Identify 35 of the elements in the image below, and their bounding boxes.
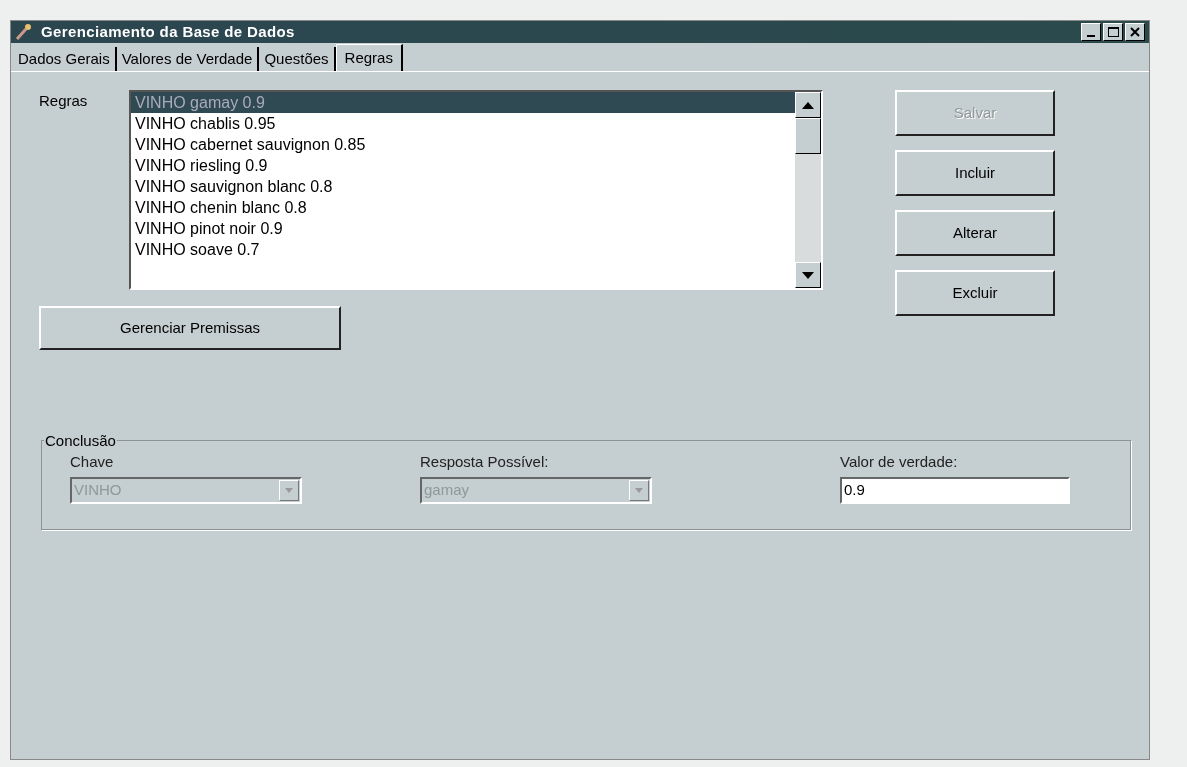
scroll-up-button[interactable] <box>795 92 821 118</box>
list-item[interactable]: VINHO chablis 0.95 <box>131 113 795 134</box>
down-triangle-icon <box>802 271 814 279</box>
scrollbar[interactable] <box>795 92 821 288</box>
action-button[interactable]: Alterar <box>895 210 1055 256</box>
minimize-button[interactable] <box>1081 23 1101 41</box>
wand-icon <box>15 23 33 41</box>
tab[interactable]: Dados Gerais <box>13 47 117 71</box>
list-item[interactable]: VINHO soave 0.7 <box>131 239 795 260</box>
scroll-down-button[interactable] <box>795 262 821 288</box>
window-title: Gerenciamento da Base de Dados <box>41 21 295 42</box>
list-item[interactable]: VINHO pinot noir 0.9 <box>131 218 795 239</box>
close-icon <box>1130 27 1140 37</box>
manage-premises-button[interactable]: Gerenciar Premissas <box>39 306 341 351</box>
caret-icon <box>285 487 293 493</box>
list-item[interactable]: VINHO cabernet sauvignon 0.85 <box>131 134 795 155</box>
close-button[interactable] <box>1125 23 1145 41</box>
action-button[interactable]: Incluir <box>895 150 1055 196</box>
list-item[interactable]: VINHO sauvignon blanc 0.8 <box>131 176 795 197</box>
tab[interactable]: Valores de Verdade <box>116 47 260 71</box>
up-triangle-icon <box>802 101 814 109</box>
tab[interactable]: Regras <box>335 44 403 72</box>
input-field[interactable]: 0.9 <box>840 476 1070 504</box>
field-label: Chave <box>70 452 115 473</box>
list-item[interactable]: VINHO chenin blanc 0.8 <box>131 197 795 218</box>
field-label: Resposta Possível: <box>420 452 550 473</box>
caret-icon <box>635 487 643 493</box>
list-item[interactable]: VINHO gamay 0.9 <box>131 92 795 113</box>
rules-list[interactable]: VINHO gamay 0.9 VINHO chablis 0.95 VINHO cabernet sauvignon 0.85 VINHO riesling 0.9 VINHO sauvignon blanc 0.8 VINHO chenin blanc 0.8 VINHO pinot noir 0.9 VINHO soave 0.7 <box>129 90 823 290</box>
list-item[interactable]: VINHO riesling 0.9 <box>131 155 795 176</box>
rules-label: Regras <box>39 91 89 111</box>
maximize-button[interactable] <box>1103 23 1123 41</box>
action-button[interactable]: Excluir <box>895 270 1055 316</box>
scroll-thumb[interactable] <box>795 118 821 154</box>
field-label: Valor de verdade: <box>840 452 959 473</box>
